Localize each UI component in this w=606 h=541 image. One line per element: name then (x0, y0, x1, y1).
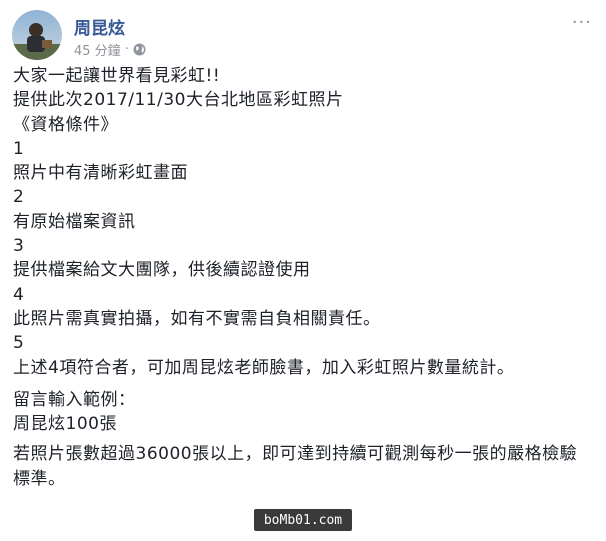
text-line: 此照片需真實拍攝，如有不實需自負相關責任。 (13, 308, 381, 329)
text-line: 照片中有清晰彩虹畫面 (13, 163, 188, 184)
paragraph-1: 大家一起讓世界看見彩虹!! 提供此次2017/11/30大台北地區彩虹照片 《資… (13, 64, 598, 380)
text-line: 大家一起讓世界看見彩虹!! (13, 66, 221, 86)
text-line: 上述4項符合者，可加周昆炫老師臉書，加入彩虹照片數量統計。 (13, 357, 515, 378)
paragraph-3: 若照片張數超過36000張以上，即可達到持續可觀測每秒一張的嚴格檢驗 標準。 (13, 442, 598, 491)
text-line: 4 (13, 284, 24, 305)
text-line: 標準。 (13, 468, 66, 489)
text-line: 若照片張數超過36000張以上，即可達到持續可觀測每秒一張的嚴格檢驗 (13, 444, 578, 465)
globe-icon[interactable] (133, 43, 146, 56)
separator-dot: · (124, 42, 129, 57)
text-line: 1 (13, 138, 24, 159)
text-line: 周昆炫100張 (13, 414, 117, 435)
text-line: 《資格條件》 (13, 114, 118, 135)
post-body: 大家一起讓世界看見彩虹!! 提供此次2017/11/30大台北地區彩虹照片 《資… (13, 64, 598, 491)
text-line: 2 (13, 187, 24, 208)
text-line: 提供此次2017/11/30大台北地區彩虹照片 (13, 90, 344, 111)
paragraph-2: 留言輸入範例： 周昆炫100張 (13, 388, 598, 437)
watermark: boMb01.com (254, 509, 352, 531)
text-line: 留言輸入範例： (13, 389, 136, 410)
timestamp[interactable]: 45 分鐘 (74, 40, 121, 59)
text-line: 有原始檔案資訊 (13, 211, 136, 232)
text-line: 3 (13, 236, 24, 257)
facebook-post: 周昆炫 45 分鐘 · ··· 大家一起讓世界看見彩虹!! 提供此次2017/1… (0, 0, 606, 541)
author-name[interactable]: 周昆炫 (74, 14, 125, 39)
text-line: 提供檔案給文大團隊，供後續認證使用 (13, 260, 311, 281)
avatar[interactable] (12, 10, 62, 60)
more-options-icon[interactable]: ··· (572, 12, 592, 33)
text-line: 5 (13, 333, 24, 354)
post-header: 周昆炫 45 分鐘 · ··· (12, 10, 592, 60)
post-meta: 45 分鐘 · (74, 40, 146, 59)
